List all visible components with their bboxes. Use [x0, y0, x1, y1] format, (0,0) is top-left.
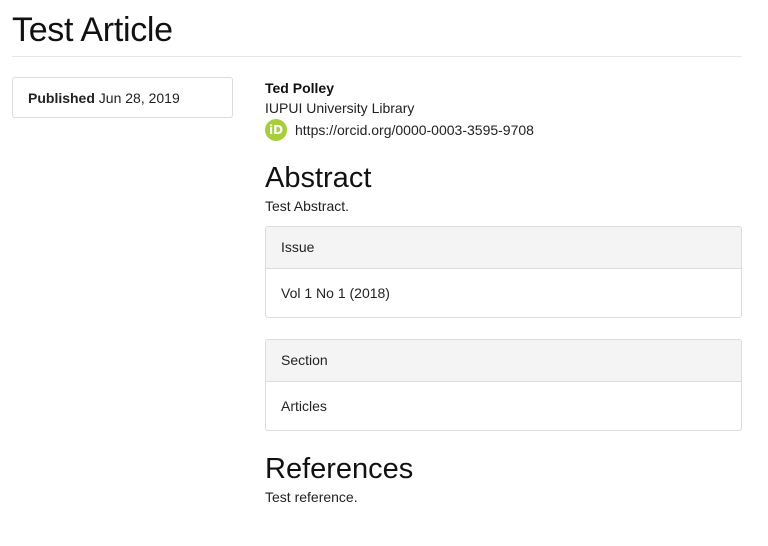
orcid-row: iD https://orcid.org/0000-0003-3595-9708: [265, 118, 742, 142]
section-value: Articles: [281, 398, 327, 414]
issue-panel: Issue Vol 1 No 1 (2018): [265, 226, 742, 318]
issue-link[interactable]: Vol 1 No 1 (2018): [281, 285, 390, 301]
article-main: Ted Polley IUPUI University Library iD h…: [265, 78, 742, 507]
abstract-text: Test Abstract.: [265, 198, 350, 214]
references-heading: References: [265, 453, 414, 485]
abstract-heading: Abstract: [265, 162, 372, 194]
section-panel: Section Articles: [265, 339, 742, 431]
orcid-icon: iD: [265, 119, 287, 141]
author-affiliation: IUPUI University Library: [265, 100, 415, 116]
title-divider: [12, 56, 742, 57]
published-date: Jun 28, 2019: [98, 90, 180, 106]
page-title: Test Article: [12, 11, 173, 49]
published-label: Published: [28, 90, 95, 106]
section-panel-heading: Section: [266, 340, 741, 382]
issue-panel-heading: Issue: [266, 227, 741, 269]
references-text: Test reference.: [265, 489, 358, 505]
author-name: Ted Polley: [265, 80, 334, 96]
orcid-link[interactable]: https://orcid.org/0000-0003-3595-9708: [295, 120, 534, 140]
published-date-box: Published Jun 28, 2019: [12, 77, 233, 118]
